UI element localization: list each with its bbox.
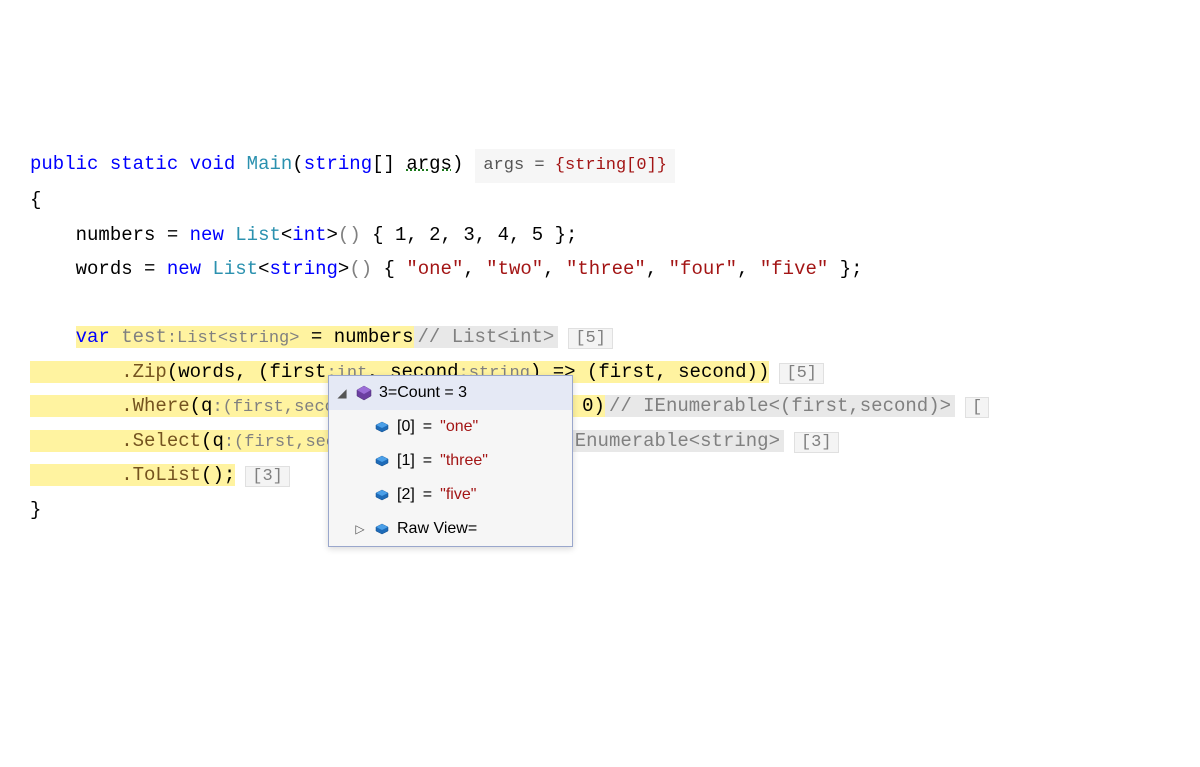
hint-select-count[interactable]: [3]	[794, 432, 839, 453]
keyword-static: static	[110, 153, 178, 175]
method-name: Main	[247, 153, 293, 175]
datatip-item-1[interactable]: [1]="three"	[329, 444, 572, 478]
brace-open: {	[30, 189, 41, 211]
var-test[interactable]: test	[121, 326, 167, 348]
keyword-var: var	[76, 326, 110, 348]
hint-zip-count[interactable]: [5]	[779, 363, 824, 384]
datatip-header-row[interactable]: ◢ 3=Count = 3	[329, 376, 572, 410]
var-numbers[interactable]: numbers	[76, 224, 156, 246]
keyword-void: void	[190, 153, 236, 175]
call-zip[interactable]: .Zip	[121, 361, 167, 383]
call-select[interactable]: .Select	[121, 430, 201, 452]
collapse-icon[interactable]: ◢	[335, 387, 349, 399]
brace-close: }	[30, 499, 41, 521]
object-icon	[355, 384, 373, 402]
field-icon	[373, 520, 391, 538]
args-inline-hint: args = {string[0]}	[475, 149, 675, 184]
call-where[interactable]: .Where	[121, 395, 189, 417]
type-string: string	[304, 153, 372, 175]
param-args[interactable]: args	[406, 153, 452, 175]
debugger-datatip[interactable]: ◢ 3=Count = 3 [0]="one" [1]="three" [2]=…	[328, 375, 573, 547]
hint-where-type: // IEnumerable<(first,second)>	[605, 395, 955, 417]
datatip-item-0[interactable]: [0]="one"	[329, 410, 572, 444]
hint-numbers-count[interactable]: [5]	[568, 328, 613, 349]
hint-test-type: :List<string>	[167, 329, 300, 348]
datatip-raw-view[interactable]: ▷ Raw View=	[329, 512, 572, 546]
hint-numbers-type: // List<int>	[414, 326, 559, 348]
code-editor[interactable]: public static void Main(string[] args)ar…	[30, 147, 1200, 528]
keyword-public: public	[30, 153, 98, 175]
datatip-item-2[interactable]: [2]="five"	[329, 478, 572, 512]
field-icon	[373, 452, 391, 470]
expand-icon[interactable]: ▷	[353, 523, 367, 535]
field-icon	[373, 418, 391, 436]
call-tolist[interactable]: .ToList	[121, 464, 201, 486]
field-icon	[373, 486, 391, 504]
var-words[interactable]: words	[76, 258, 133, 280]
hint-tolist-count[interactable]: [3]	[245, 466, 290, 487]
datatip-count: 3=Count = 3	[379, 385, 467, 401]
